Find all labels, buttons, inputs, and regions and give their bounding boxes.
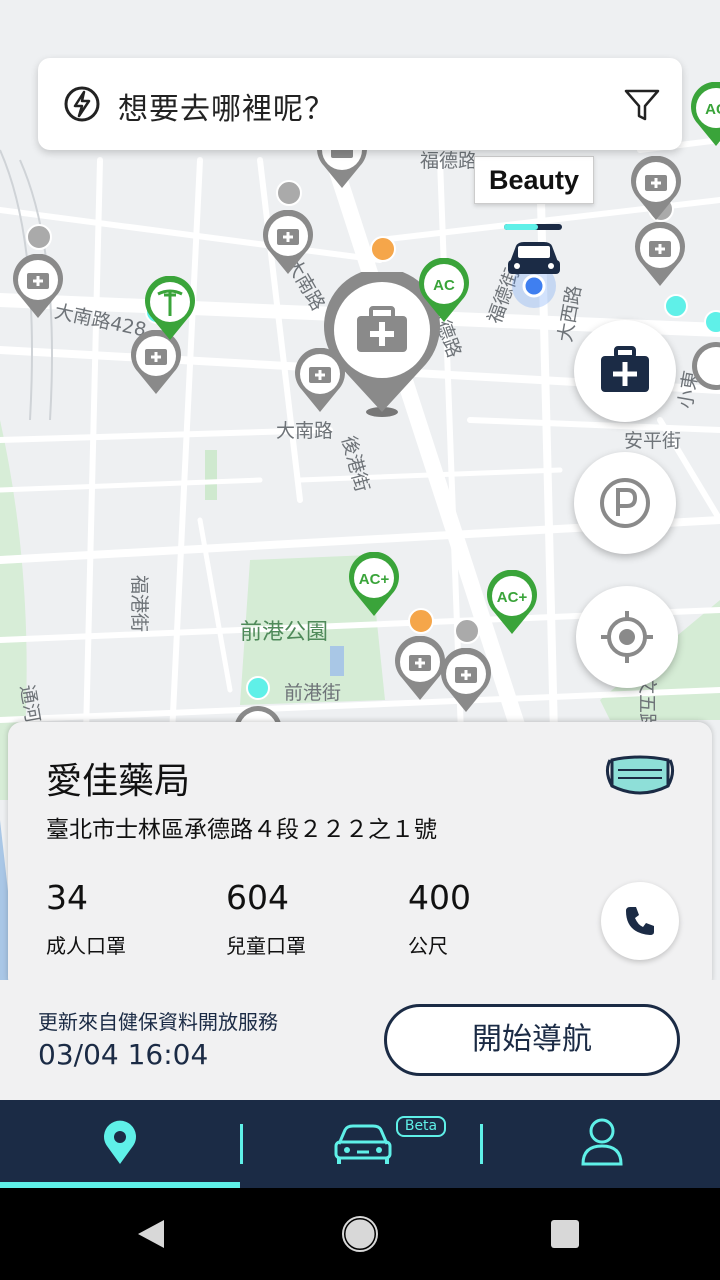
data-source-label: 更新來自健保資料開放服務 bbox=[38, 1010, 278, 1034]
car-icon bbox=[334, 1124, 392, 1164]
beta-badge: Beta bbox=[396, 1116, 446, 1137]
street-label: 福德路 bbox=[420, 150, 478, 172]
child-mask-count: 604 bbox=[226, 878, 289, 917]
pharmacy-pin[interactable] bbox=[634, 222, 686, 288]
park-label: 前港公園 bbox=[240, 620, 329, 645]
marker-dot[interactable] bbox=[664, 294, 688, 318]
marker-dot[interactable] bbox=[246, 676, 270, 700]
crosshair-icon bbox=[601, 611, 653, 663]
pharmacy-pin[interactable] bbox=[630, 156, 682, 222]
ac-plus-charger-pin[interactable]: AC+ bbox=[348, 552, 400, 618]
marker-dot[interactable] bbox=[26, 224, 52, 250]
update-footer: 更新來自健保資料開放服務 03/04 16:04 開始導航 bbox=[0, 980, 720, 1100]
parking-icon bbox=[600, 478, 650, 528]
ac-charger-pin[interactable]: AC bbox=[418, 258, 470, 324]
marker-dot[interactable] bbox=[408, 608, 434, 634]
pharmacy-pin[interactable] bbox=[394, 636, 446, 702]
face-mask-icon bbox=[605, 755, 675, 795]
call-button[interactable] bbox=[601, 882, 679, 960]
search-input[interactable]: 想要去哪裡呢？ bbox=[118, 84, 335, 128]
lightning-icon bbox=[64, 86, 100, 122]
ac-plus-charger-pin[interactable]: AC+ bbox=[486, 570, 538, 636]
child-mask-label: 兒童口罩 bbox=[226, 934, 306, 958]
update-timestamp: 03/04 16:04 bbox=[38, 1038, 209, 1071]
marker-dot[interactable] bbox=[454, 618, 480, 644]
street-label: 福港街 bbox=[128, 574, 151, 633]
vehicle-name-tooltip: Beauty bbox=[474, 156, 594, 204]
pharmacy-pin[interactable] bbox=[440, 648, 492, 714]
vehicle-location-icon[interactable] bbox=[500, 222, 570, 312]
pharmacy-filter-button[interactable] bbox=[574, 320, 676, 422]
start-navigation-button[interactable]: 開始導航 bbox=[384, 1004, 680, 1076]
recents-icon[interactable] bbox=[550, 1219, 580, 1249]
medical-kit-icon bbox=[601, 346, 649, 392]
ac-charger-pin[interactable]: AC bbox=[690, 82, 720, 148]
ac-plus-label: AC+ bbox=[497, 589, 528, 606]
ac-plus-label: AC+ bbox=[359, 571, 390, 588]
ac-label: AC bbox=[705, 101, 720, 118]
locate-me-button[interactable] bbox=[576, 586, 678, 688]
bottom-tab-bar: Beta bbox=[0, 1100, 720, 1188]
distance-unit: 公尺 bbox=[408, 934, 448, 958]
pharmacy-pin[interactable] bbox=[690, 340, 720, 406]
system-navigation-bar bbox=[0, 1188, 720, 1280]
adult-mask-count: 34 bbox=[46, 878, 88, 917]
home-icon[interactable] bbox=[341, 1215, 379, 1253]
back-icon[interactable] bbox=[136, 1218, 166, 1250]
user-icon bbox=[581, 1118, 623, 1166]
tab-vehicle[interactable]: Beta bbox=[243, 1100, 480, 1188]
search-bar[interactable]: 想要去哪裡呢？ bbox=[38, 58, 682, 150]
adult-mask-label: 成人口罩 bbox=[46, 934, 126, 958]
street-label: 安平街 bbox=[624, 430, 682, 452]
marker-dot[interactable] bbox=[276, 180, 302, 206]
pharmacy-pin[interactable] bbox=[12, 254, 64, 320]
pharmacy-info-card[interactable]: 愛佳藥局 臺北市士林區承德路４段２２２之１號 34 成人口罩 604 兒童口罩 … bbox=[8, 722, 712, 992]
filter-icon[interactable] bbox=[624, 88, 660, 122]
pharmacy-address: 臺北市士林區承德路４段２２２之１號 bbox=[46, 817, 437, 843]
phone-icon bbox=[626, 907, 654, 935]
pharmacy-name: 愛佳藥局 bbox=[46, 761, 191, 802]
pharmacy-pin[interactable] bbox=[262, 210, 314, 276]
ac-label: AC bbox=[433, 277, 455, 294]
street-label: 前港街 bbox=[284, 682, 342, 704]
distance-value: 400 bbox=[408, 878, 471, 917]
parking-button[interactable] bbox=[574, 452, 676, 554]
tesla-charger-pin[interactable] bbox=[144, 276, 196, 342]
location-pin-icon bbox=[104, 1120, 136, 1164]
tab-map[interactable] bbox=[0, 1100, 240, 1188]
tab-profile[interactable] bbox=[483, 1100, 720, 1188]
marker-dot[interactable] bbox=[370, 236, 396, 262]
